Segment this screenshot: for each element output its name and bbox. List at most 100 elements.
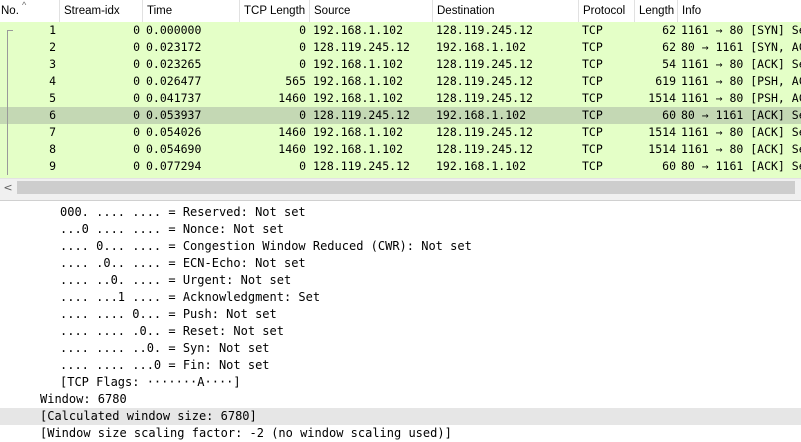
- column-info-label: Info: [682, 5, 702, 17]
- detail-line[interactable]: .... ...1 .... = Acknowledgment: Set: [0, 289, 801, 306]
- detail-line[interactable]: [Calculated window size: 6780]: [0, 408, 801, 425]
- column-header-protocol[interactable]: Protocol: [579, 0, 635, 22]
- detail-text: .... ..0. .... = Urgent: Not set: [60, 273, 292, 287]
- cell-protocol: TCP: [582, 23, 603, 37]
- column-header-destination[interactable]: Destination: [433, 0, 579, 22]
- cell-stream-idx: 0: [133, 57, 140, 71]
- detail-line[interactable]: 000. .... .... = Reserved: Not set: [0, 204, 801, 221]
- cell-time: 0.041737: [146, 91, 202, 105]
- detail-line[interactable]: ...0 .... .... = Nonce: Not set: [0, 221, 801, 238]
- cell-info: 1161 → 80 [ACK] Se: [681, 142, 801, 156]
- column-protocol-label: Protocol: [583, 5, 626, 17]
- cell-no: 5: [49, 91, 56, 105]
- column-header-info[interactable]: Info: [678, 0, 801, 22]
- column-header-source[interactable]: Source: [310, 0, 433, 22]
- cell-info: 1161 → 80 [ACK] Se: [681, 57, 801, 71]
- cell-no: 8: [49, 142, 56, 156]
- cell-info: 1161 → 80 [SYN] Se: [681, 23, 801, 37]
- detail-line[interactable]: [Window size scaling factor: -2 (no wind…: [0, 425, 801, 442]
- detail-line[interactable]: .... .... ..0. = Syn: Not set: [0, 340, 801, 357]
- cell-source: 128.119.245.12: [313, 159, 410, 173]
- table-row[interactable]: 2 0 0.023172 0 128.119.245.12 192.168.1.102 TC…: [0, 39, 801, 56]
- cell-protocol: TCP: [582, 142, 603, 156]
- detail-text: .... .... ..0. = Syn: Not set: [60, 341, 270, 355]
- cell-length: 619: [655, 74, 676, 88]
- cell-length: 62: [662, 40, 676, 54]
- cell-destination: 128.119.245.12: [436, 23, 533, 37]
- table-row[interactable]: 4 0 0.026477 565 192.168.1.102 128.119.245.12…: [0, 73, 801, 90]
- cell-info: 80 → 1161 [ACK] Se: [681, 108, 801, 122]
- detail-line[interactable]: .... 0... .... = Congestion Window Reduc…: [0, 238, 801, 255]
- cell-info: 80 → 1161 [ACK] Se: [681, 159, 801, 173]
- cell-stream-idx: 0: [133, 108, 140, 122]
- cell-no: 2: [49, 40, 56, 54]
- detail-line[interactable]: .... ..0. .... = Urgent: Not set: [0, 272, 801, 289]
- column-header-bar: No. ^ Stream-idx Time TCP Length Source …: [0, 0, 801, 23]
- column-header-no[interactable]: No. ^: [0, 0, 60, 22]
- scrollbar-thumb[interactable]: [17, 181, 795, 194]
- cell-tcp-length: 0: [299, 23, 306, 37]
- cell-stream-idx: 0: [133, 142, 140, 156]
- cell-length: 1514: [648, 91, 676, 105]
- cell-destination: 192.168.1.102: [436, 159, 527, 173]
- cell-tcp-length: 0: [299, 159, 306, 173]
- packet-list[interactable]: No. ^ Stream-idx Time TCP Length Source …: [0, 0, 801, 198]
- detail-line[interactable]: [TCP Flags: ·······A····]: [0, 374, 801, 391]
- chevron-left-icon[interactable]: <: [0, 179, 16, 196]
- sort-ascending-icon: ^: [22, 0, 27, 10]
- cell-tcp-length: 565: [285, 74, 306, 88]
- detail-text: [TCP Flags: ·······A····]: [60, 375, 241, 389]
- column-header-stream-idx[interactable]: Stream-idx: [60, 0, 143, 22]
- cell-destination: 192.168.1.102: [436, 40, 527, 54]
- detail-text: Window: 6780: [40, 392, 127, 406]
- cell-time: 0.023172: [146, 40, 202, 54]
- cell-stream-idx: 0: [133, 23, 140, 37]
- horizontal-scrollbar[interactable]: <: [0, 178, 801, 196]
- detail-line[interactable]: .... .... 0... = Push: Not set: [0, 306, 801, 323]
- column-no-label: No.: [1, 5, 19, 17]
- detail-text: .... .... .0.. = Reset: Not set: [60, 324, 284, 338]
- cell-source: 192.168.1.102: [313, 57, 404, 71]
- cell-length: 62: [662, 23, 676, 37]
- table-row[interactable]: 1 0 0.000000 0 192.168.1.102 128.119.245.12 TC…: [0, 22, 801, 39]
- cell-source: 192.168.1.102: [313, 74, 404, 88]
- table-row[interactable]: 7 0 0.054026 1460 192.168.1.102 128.119.245.1…: [0, 124, 801, 141]
- cell-time: 0.023265: [146, 57, 202, 71]
- cell-destination: 128.119.245.12: [436, 91, 533, 105]
- table-row[interactable]: 5 0 0.041737 1460 192.168.1.102 128.119.245.1…: [0, 90, 801, 107]
- packet-details-pane[interactable]: 000. .... .... = Reserved: Not set ...0 .…: [0, 201, 801, 441]
- cell-length: 54: [662, 57, 676, 71]
- cell-destination: 128.119.245.12: [436, 125, 533, 139]
- table-row[interactable]: 6 0 0.053937 0 128.119.245.12 192.168.1.102 TC…: [0, 107, 801, 124]
- detail-line[interactable]: .... .0.. .... = ECN-Echo: Not set: [0, 255, 801, 272]
- cell-no: 7: [49, 125, 56, 139]
- cell-stream-idx: 0: [133, 125, 140, 139]
- cell-time: 0.000000: [146, 23, 202, 37]
- cell-destination: 128.119.245.12: [436, 142, 533, 156]
- column-header-time[interactable]: Time: [143, 0, 240, 22]
- cell-tcp-length: 0: [299, 57, 306, 71]
- cell-tcp-length: 1460: [278, 91, 306, 105]
- cell-protocol: TCP: [582, 159, 603, 173]
- cell-time: 0.053937: [146, 108, 202, 122]
- detail-text: ...0 .... .... = Nonce: Not set: [60, 222, 284, 236]
- table-row[interactable]: 8 0 0.054690 1460 192.168.1.102 128.119.245.1…: [0, 141, 801, 158]
- detail-line[interactable]: .... .... ...0 = Fin: Not set: [0, 357, 801, 374]
- cell-destination: 128.119.245.12: [436, 57, 533, 71]
- column-header-length[interactable]: Length: [635, 0, 678, 22]
- cell-source: 192.168.1.102: [313, 125, 404, 139]
- cell-tcp-length: 0: [299, 40, 306, 54]
- cell-protocol: TCP: [582, 40, 603, 54]
- table-row[interactable]: 9 0 0.077294 0 128.119.245.12 192.168.1.102 TC…: [0, 158, 801, 175]
- cell-protocol: TCP: [582, 74, 603, 88]
- cell-stream-idx: 0: [133, 159, 140, 173]
- column-header-tcp-length[interactable]: TCP Length: [240, 0, 310, 22]
- detail-line[interactable]: Window: 6780: [0, 391, 801, 408]
- detail-text: .... ...1 .... = Acknowledgment: Set: [60, 290, 321, 304]
- table-row[interactable]: 3 0 0.023265 0 192.168.1.102 128.119.245.12 TC…: [0, 56, 801, 73]
- detail-line[interactable]: .... .... .0.. = Reset: Not set: [0, 323, 801, 340]
- cell-length: 1514: [648, 142, 676, 156]
- detail-text: [Calculated window size: 6780]: [40, 409, 257, 423]
- cell-tcp-length: 1460: [278, 125, 306, 139]
- detail-text: 000. .... .... = Reserved: Not set: [60, 205, 306, 219]
